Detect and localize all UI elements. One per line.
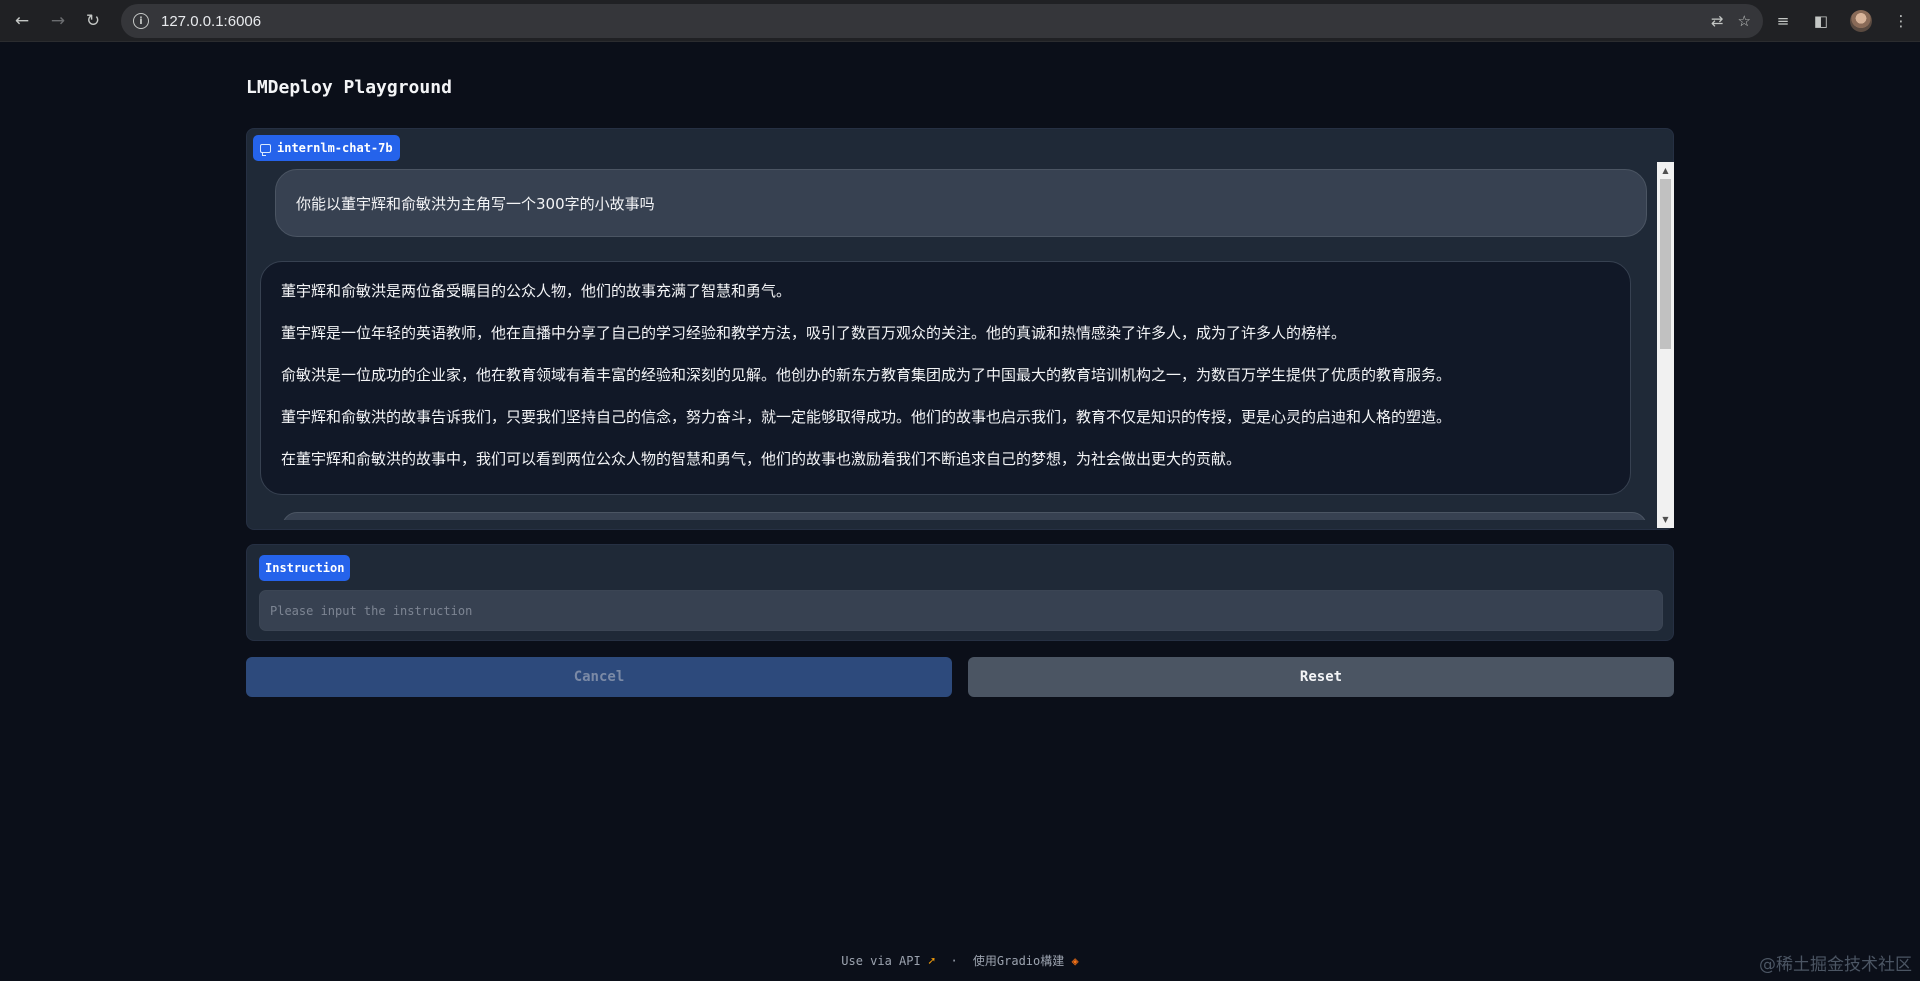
browser-toolbar: ← → ↻ i 127.0.0.1:6006 ⇄ ☆ ≡ ◧ ⋮ [0,0,1920,42]
instruction-panel: Instruction [246,544,1674,641]
gradio-logo-icon: ◈ [1071,954,1079,968]
use-via-api-link[interactable]: Use via API [841,954,920,968]
built-with-gradio-link[interactable]: 使用Gradio構建 [973,954,1064,968]
translate-icon[interactable]: ⇄ [1711,12,1724,30]
chat-messages[interactable]: 你能以董宇辉和俞敏洪为主角写一个300字的小故事吗 董宇辉和俞敏洪是两位备受瞩目… [260,163,1656,520]
scroll-thumb[interactable] [1660,179,1671,349]
model-name: internlm-chat-7b [277,141,393,155]
next-message-partial [282,512,1647,520]
browser-menu-icon[interactable]: ⋮ [1892,12,1910,30]
reset-button[interactable]: Reset [968,657,1674,697]
url-text[interactable]: 127.0.0.1:6006 [161,13,261,30]
bot-message: 董宇辉和俞敏洪是两位备受瞩目的公众人物，他们的故事充满了智慧和勇气。 董宇辉是一… [260,261,1631,495]
footer-separator: · [950,954,958,968]
chatbot-label: internlm-chat-7b [253,135,400,161]
watermark: @稀土掘金技术社区 [1759,955,1912,975]
address-bar[interactable]: i 127.0.0.1:6006 ⇄ ☆ [121,4,1763,38]
bot-paragraph: 董宇辉和俞敏洪的故事告诉我们，只要我们坚持自己的信念，努力奋斗，就一定能够取得成… [281,408,1452,426]
rocket-icon: ➚ [927,954,936,968]
side-panel-icon[interactable]: ◧ [1812,12,1830,30]
forward-icon[interactable]: → [43,6,73,36]
bot-paragraph: 在董宇辉和俞敏洪的故事中，我们可以看到两位公众人物的智慧和勇气，他们的故事也激励… [281,450,1242,468]
bookmark-star-icon[interactable]: ☆ [1738,12,1751,30]
instruction-input[interactable] [259,590,1663,631]
bot-paragraph: 董宇辉是一位年轻的英语教师，他在直播中分享了自己的学习经验和教学方法，吸引了数百… [281,324,1347,342]
page-title: LMDeploy Playground [246,77,452,98]
footer: Use via API ➚ · 使用Gradio構建 ◈ [0,952,1920,969]
cancel-button[interactable]: Cancel [246,657,952,697]
profile-avatar[interactable] [1850,10,1872,32]
bot-paragraph: 董宇辉和俞敏洪是两位备受瞩目的公众人物，他们的故事充满了智慧和勇气。 [281,282,792,300]
site-info-icon[interactable]: i [133,13,149,29]
bot-paragraph: 俞敏洪是一位成功的企业家，他在教育领域有着丰富的经验和深刻的见解。他创办的新东方… [281,366,1452,384]
instruction-label: Instruction [259,555,351,581]
scroll-down-arrow-icon[interactable]: ▼ [1657,511,1674,528]
scroll-up-arrow-icon[interactable]: ▲ [1657,162,1674,179]
user-message: 你能以董宇辉和俞敏洪为主角写一个300字的小故事吗 [275,169,1647,237]
back-icon[interactable]: ← [7,6,37,36]
chat-bubble-icon [260,143,271,156]
user-message-text: 你能以董宇辉和俞敏洪为主角写一个300字的小故事吗 [296,194,655,213]
reload-icon[interactable]: ↻ [78,6,108,36]
chatbot-panel: internlm-chat-7b 你能以董宇辉和俞敏洪为主角写一个300字的小故… [246,128,1674,530]
chat-scrollbar[interactable]: ▲ ▼ [1657,162,1674,528]
media-control-icon[interactable]: ≡ [1774,12,1792,30]
